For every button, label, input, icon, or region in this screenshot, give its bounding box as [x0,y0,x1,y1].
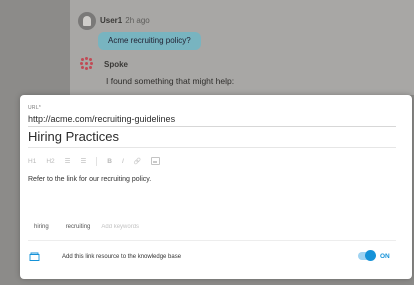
numbered-list-icon[interactable]: ☰ [80,157,86,165]
url-field-label: URL* [28,105,42,111]
toggle-state-label: ON [380,253,390,260]
title-input[interactable]: Hiring Practices [28,129,119,144]
user-message-bubble: Acme recruiting policy? [98,32,201,50]
image-icon[interactable] [151,157,161,165]
bold-button[interactable]: B [107,158,112,165]
bullet-list-icon[interactable]: ☰ [65,157,71,165]
title-divider [28,147,396,148]
chat-panel: User1 2h ago Acme recruiting policy? Spok… [70,0,414,95]
knowledge-base-label: Add this link resource to the knowledge … [62,254,182,260]
toolbar-divider [96,156,98,166]
keywords-input[interactable] [101,224,182,230]
url-underline [28,126,396,127]
heading2-button[interactable]: H2 [46,158,54,165]
formatting-toolbar: H1 H2 ☰ ☰ B I 🔗 [28,155,161,167]
user-avatar [78,12,96,30]
description-editor[interactable]: Refer to the link for our recruiting pol… [28,176,151,183]
url-input[interactable]: http://acme.com/recruiting-guidelines [28,114,175,124]
keywords-divider [28,240,396,241]
knowledge-base-toggle[interactable] [358,250,376,261]
knowledge-base-icon [29,252,40,261]
heading1-button[interactable]: H1 [28,158,36,165]
keyword-tag[interactable]: recruiting [60,221,97,233]
bot-message-text: I found something that might help: [106,76,235,86]
user-name: User1 [100,16,123,25]
link-resource-modal: URL* http://acme.com/recruiting-guidelin… [20,95,412,279]
keywords-field: hiring recruiting [28,219,396,235]
link-icon[interactable]: 🔗 [134,158,141,165]
keyword-tag[interactable]: hiring [28,221,55,233]
italic-button[interactable]: I [122,158,124,165]
spoke-logo-icon [80,57,94,71]
message-time: 2h ago [125,16,150,25]
toggle-knob [365,250,376,261]
bot-name: Spoke [104,60,129,69]
user-message-header: User1 2h ago [100,16,150,25]
